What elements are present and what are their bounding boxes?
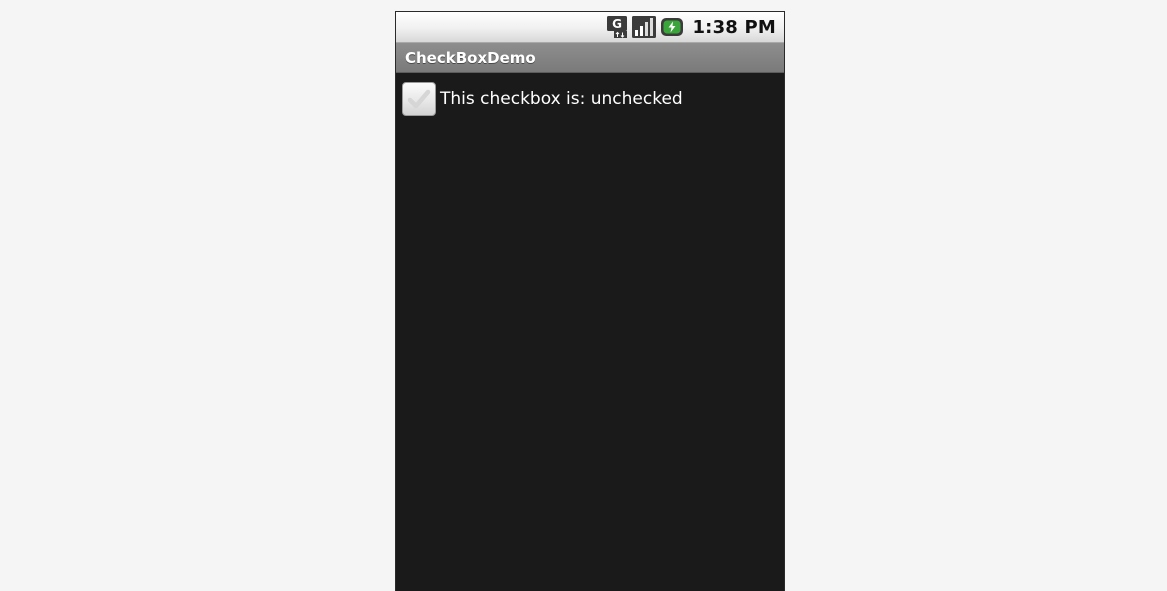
svg-text:G: G (613, 17, 623, 31)
battery-icon (660, 15, 684, 39)
signal-strength-icon (632, 15, 657, 39)
status-clock: 1:38 PM (692, 16, 776, 38)
checkmark-icon (406, 87, 432, 111)
checkbox[interactable] (402, 82, 436, 116)
app-title: CheckBoxDemo (405, 48, 536, 67)
status-icons: G (606, 15, 684, 39)
main-content: This checkbox is: unchecked (396, 73, 784, 591)
page-background: G 1:38 PM CheckBoxDemo This checkbox is:… (0, 0, 1167, 591)
checkbox-row[interactable]: This checkbox is: unchecked (402, 82, 683, 116)
device-screen: G 1:38 PM CheckBoxDemo This checkbox is:… (396, 12, 784, 591)
network-type-g-icon: G (606, 15, 628, 39)
app-title-bar: CheckBoxDemo (396, 43, 784, 73)
status-bar: G 1:38 PM (396, 12, 784, 43)
checkbox-label: This checkbox is: unchecked (440, 89, 683, 109)
